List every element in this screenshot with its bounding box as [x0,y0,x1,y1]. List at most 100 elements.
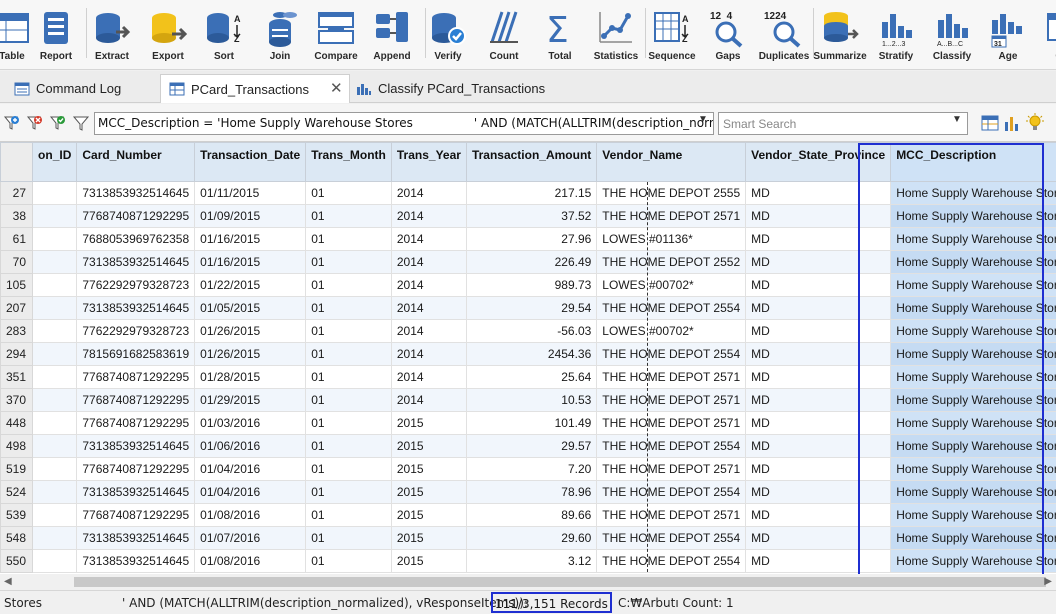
table-row[interactable]: 105 7762292979328723 01/22/2015 01 2014 989.7… [0,273,1056,297]
table-cell[interactable]: MD [745,273,892,297]
table-cell[interactable]: 27.96 [465,227,598,251]
age-button[interactable]: 31 Age [980,0,1036,69]
table-row[interactable]: 448 7768740871292295 01/03/2016 01 2015 101.4… [0,411,1056,435]
column-header[interactable]: Trans_Year [390,142,467,182]
table-cell[interactable]: 2014 [390,319,467,343]
table-cell[interactable]: THE HOME DEPOT 2554 [596,526,747,550]
table-cell[interactable]: Home Supply Warehouse Stores [890,342,1056,366]
table-cell[interactable]: MD [745,250,892,274]
table-cell[interactable]: MD [745,411,892,435]
table-cell[interactable]: 01 [305,296,392,320]
table-cell[interactable]: 7768740871292295 [76,388,196,412]
table-cell[interactable]: Home Supply Warehouse Stores [890,549,1056,573]
table-cell[interactable]: 101.49 [465,411,598,435]
table-cell[interactable]: 01/09/2015 [194,204,307,228]
table-cell[interactable]: Home Supply Warehouse Stores [890,204,1056,228]
table-row[interactable]: 519 7768740871292295 01/04/2016 01 2015 7.20 T… [0,457,1056,481]
table-cell[interactable] [32,227,78,251]
table-cell[interactable]: MD [745,388,892,412]
statistics-button[interactable]: Statistics [588,0,644,69]
column-header[interactable]: Vendor_Name [596,142,747,182]
table-cell[interactable] [32,319,78,343]
table-cell[interactable]: 2015 [390,411,467,435]
table-cell[interactable]: 2015 [390,480,467,504]
table-cell[interactable]: 2014 [390,342,467,366]
table-cell[interactable]: 29.54 [465,296,598,320]
table-cell[interactable]: 7313853932514645 [76,480,196,504]
remove-filter-icon[interactable] [26,114,44,132]
table-cell[interactable]: 7768740871292295 [76,411,196,435]
column-header[interactable]: Transaction_Date [194,142,307,182]
table-cell[interactable]: 01/11/2015 [194,181,307,205]
table-row[interactable]: 550 7313853932514645 01/08/2016 01 2015 3.12 T… [0,549,1056,573]
table-cell[interactable]: 7688053969762358 [76,227,196,251]
table-row[interactable]: 61 7688053969762358 01/16/2015 01 2014 27.96 L… [0,227,1056,251]
join-button[interactable]: Join [252,0,308,69]
table-cell[interactable] [32,388,78,412]
table-cell[interactable] [32,365,78,389]
table-cell[interactable]: MD [745,365,892,389]
table-cell[interactable]: LOWES #01136* [596,227,747,251]
scroll-right-icon[interactable]: ▶ [1044,576,1052,587]
table-cell[interactable]: 7313853932514645 [76,434,196,458]
table-cell[interactable]: Home Supply Warehouse Stores [890,411,1056,435]
table-cell[interactable]: Home Supply Warehouse Stores [890,434,1056,458]
export-button[interactable]: Export [140,0,196,69]
cro-button[interactable]: Cro [1036,0,1056,69]
table-cell[interactable]: 10.53 [465,388,598,412]
table-cell[interactable]: THE HOME DEPOT 2554 [596,296,747,320]
duplicates-button[interactable]: 1224 Duplicates [756,0,812,69]
chart-view-icon[interactable] [1002,113,1022,133]
table-cell[interactable]: MD [745,434,892,458]
apply-filter-icon[interactable] [49,114,67,132]
table-cell[interactable]: 2015 [390,434,467,458]
scrollbar-thumb[interactable] [74,577,1046,587]
table-cell[interactable]: 01/16/2015 [194,250,307,274]
table-cell[interactable]: 01 [305,503,392,527]
table-cell[interactable]: THE HOME DEPOT 2571 [596,411,747,435]
table-cell[interactable]: MD [745,457,892,481]
table-cell[interactable] [32,480,78,504]
table-cell[interactable]: 7768740871292295 [76,457,196,481]
table-cell[interactable]: 01 [305,273,392,297]
table-cell[interactable]: THE HOME DEPOT 2571 [596,503,747,527]
table-cell[interactable]: 01/08/2016 [194,503,307,527]
table-cell[interactable]: 2015 [390,503,467,527]
filter-icon[interactable] [72,114,90,132]
stratify-button[interactable]: 1...2...3 Stratify [868,0,924,69]
tab-pcard-transactions[interactable]: PCard_Transactions [160,74,350,103]
table-cell[interactable]: 01 [305,342,392,366]
table-cell[interactable]: Home Supply Warehouse Stores [890,319,1056,343]
table-cell[interactable]: 2014 [390,388,467,412]
tab-classify-pcard-transactions[interactable]: Classify PCard_Transactions [348,74,553,103]
sort-button[interactable]: A Z Sort [196,0,252,69]
table-cell[interactable]: THE HOME DEPOT 2554 [596,480,747,504]
table-cell[interactable]: 29.57 [465,434,598,458]
table-cell[interactable]: THE HOME DEPOT 2571 [596,204,747,228]
table-cell[interactable]: 7313853932514645 [76,549,196,573]
table-cell[interactable] [32,526,78,550]
table-cell[interactable]: 7768740871292295 [76,204,196,228]
table-cell[interactable]: 01 [305,388,392,412]
table-cell[interactable] [32,181,78,205]
table-cell[interactable]: 2014 [390,250,467,274]
table-cell[interactable]: 217.15 [465,181,598,205]
table-cell[interactable]: 2014 [390,365,467,389]
table-cell[interactable]: Home Supply Warehouse Stores [890,296,1056,320]
table-cell[interactable]: THE HOME DEPOT 2571 [596,365,747,389]
table-cell[interactable] [32,411,78,435]
append-button[interactable]: Append [364,0,420,69]
table-cell[interactable]: 2014 [390,181,467,205]
table-cell[interactable]: THE HOME DEPOT 2571 [596,388,747,412]
table-cell[interactable]: 01/28/2015 [194,365,307,389]
table-row[interactable]: 283 7762292979328723 01/26/2015 01 2014 -56.0… [0,319,1056,343]
table-cell[interactable]: MD [745,181,892,205]
table-cell[interactable]: 01 [305,480,392,504]
column-header[interactable]: on_ID [32,142,78,182]
table-cell[interactable]: 01/06/2016 [194,434,307,458]
chevron-down-icon[interactable]: ▼ [694,111,712,129]
table-cell[interactable]: 7768740871292295 [76,503,196,527]
table-row[interactable]: 38 7768740871292295 01/09/2015 01 2014 37.52 T… [0,204,1056,228]
table-cell[interactable]: 7313853932514645 [76,296,196,320]
table-row[interactable]: 524 7313853932514645 01/04/2016 01 2015 78.96… [0,480,1056,504]
